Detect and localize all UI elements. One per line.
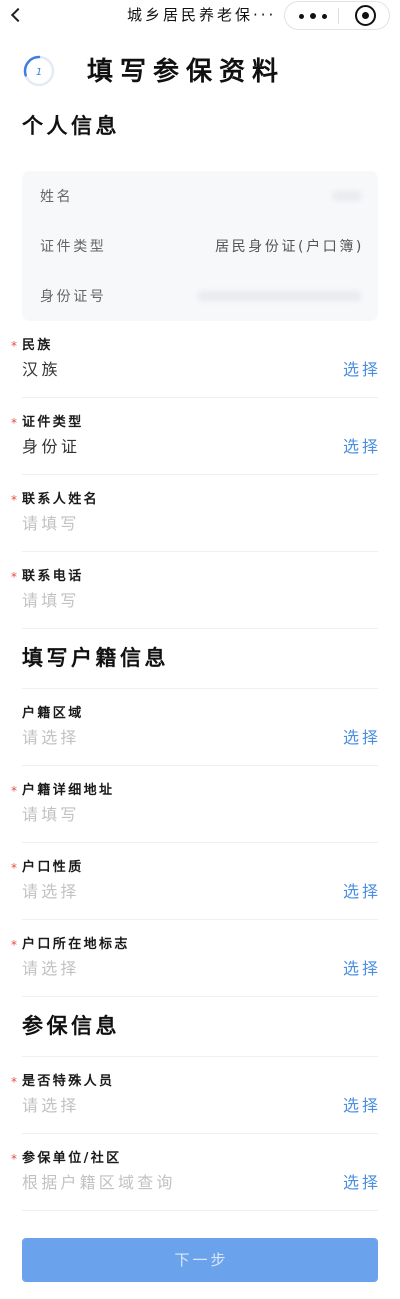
field-special-personnel[interactable]: * 是否特殊人员 请选择 选择 (11, 1057, 381, 1134)
field-value: 身份证 (22, 437, 81, 456)
section-title-insurance: 参保信息 (22, 1014, 120, 1038)
field-household-location-mark[interactable]: * 户口所在地标志 请选择 选择 (11, 920, 381, 997)
more-dot (299, 13, 304, 19)
select-link[interactable]: 选择 (343, 729, 381, 747)
field-label: 联系人姓名 (22, 492, 100, 507)
card-value: 居民身份证(户口簿) (215, 239, 364, 255)
select-link[interactable]: 选择 (343, 1097, 381, 1115)
field-household-address: * 户籍详细地址 (11, 766, 378, 843)
card-label: 姓名 (40, 189, 74, 205)
required-mark: * (11, 938, 17, 952)
card-row-name: 姓名 (22, 171, 378, 221)
field-label: 是否特殊人员 (22, 1074, 115, 1089)
field-id-type[interactable]: * 证件类型 身份证 选择 (11, 398, 381, 475)
step-number: 1 (36, 67, 42, 78)
required-mark: * (11, 861, 17, 875)
field-ethnicity[interactable]: * 民族 汉族 选择 (11, 321, 381, 398)
required-mark: * (11, 339, 17, 353)
card-row-id-number: 身份证号 (22, 271, 378, 321)
masked-value (332, 191, 362, 201)
field-label: 户籍区域 (22, 706, 84, 721)
masked-value (197, 291, 362, 301)
target-icon[interactable] (355, 5, 376, 26)
capsule-divider (338, 8, 339, 24)
field-contact-name: * 联系人姓名 (11, 475, 378, 552)
nav-title: 城乡居民养老保··· (127, 6, 277, 24)
page: 城乡居民养老保··· 1 填写参保资料 个人信息 姓名 证件类型 居民身份证(户 (0, 0, 400, 1299)
field-placeholder: 请选择 (22, 959, 80, 978)
section-title-household: 填写户籍信息 (22, 646, 169, 670)
contact-name-input[interactable] (22, 515, 322, 533)
household-address-input[interactable] (22, 806, 322, 824)
field-label: 民族 (22, 338, 53, 353)
section-household: 填写户籍信息 (22, 629, 378, 689)
more-icon[interactable] (299, 10, 327, 22)
card-label: 身份证号 (40, 289, 107, 305)
field-placeholder: 根据户籍区域查询 (22, 1173, 176, 1192)
target-dot (362, 12, 369, 19)
form: * 民族 汉族 选择 * 证件类型 身份证 选择 * 联系人姓名 * 联系电话 … (11, 321, 381, 1211)
field-insured-unit[interactable]: * 参保单位/社区 根据户籍区域查询 选择 (11, 1134, 381, 1211)
page-title: 填写参保资料 (87, 57, 286, 87)
more-dot (322, 13, 327, 19)
field-household-type[interactable]: * 户口性质 请选择 选择 (11, 843, 381, 920)
select-link[interactable]: 选择 (343, 960, 381, 978)
section-title-personal: 个人信息 (22, 114, 120, 138)
field-value: 汉族 (22, 360, 62, 379)
select-link[interactable]: 选择 (343, 438, 381, 456)
field-placeholder: 请选择 (22, 1096, 80, 1115)
capsule-menu (284, 1, 390, 30)
field-label: 户口所在地标志 (22, 937, 130, 952)
required-mark: * (11, 493, 17, 507)
field-placeholder: 请选择 (22, 882, 80, 901)
card-row-id-type: 证件类型 居民身份证(户口簿) (22, 221, 378, 271)
card-label: 证件类型 (40, 239, 107, 255)
contact-phone-input[interactable] (22, 592, 322, 610)
back-icon[interactable] (10, 7, 26, 23)
select-link[interactable]: 选择 (343, 1174, 381, 1192)
required-mark: * (11, 416, 17, 430)
step-progress-ring: 1 (23, 55, 55, 87)
select-link[interactable]: 选择 (343, 883, 381, 901)
field-label: 户口性质 (22, 860, 84, 875)
field-placeholder: 请选择 (22, 728, 80, 747)
field-label: 联系电话 (22, 569, 84, 584)
required-mark: * (11, 570, 17, 584)
personal-info-card: 姓名 证件类型 居民身份证(户口簿) 身份证号 (22, 171, 378, 321)
more-dot (310, 13, 316, 19)
select-link[interactable]: 选择 (343, 361, 381, 379)
required-mark: * (11, 1075, 17, 1089)
section-insurance: 参保信息 (22, 997, 378, 1057)
required-mark: * (11, 784, 17, 798)
field-label: 参保单位/社区 (22, 1151, 122, 1166)
nav-bar: 城乡居民养老保··· (0, 0, 400, 32)
field-label: 户籍详细地址 (22, 783, 115, 798)
required-mark: * (11, 1152, 17, 1166)
field-household-region[interactable]: 户籍区域 请选择 选择 (22, 689, 378, 766)
next-step-button[interactable]: 下一步 (22, 1238, 378, 1282)
field-contact-phone: * 联系电话 (11, 552, 378, 629)
field-label: 证件类型 (22, 415, 84, 430)
